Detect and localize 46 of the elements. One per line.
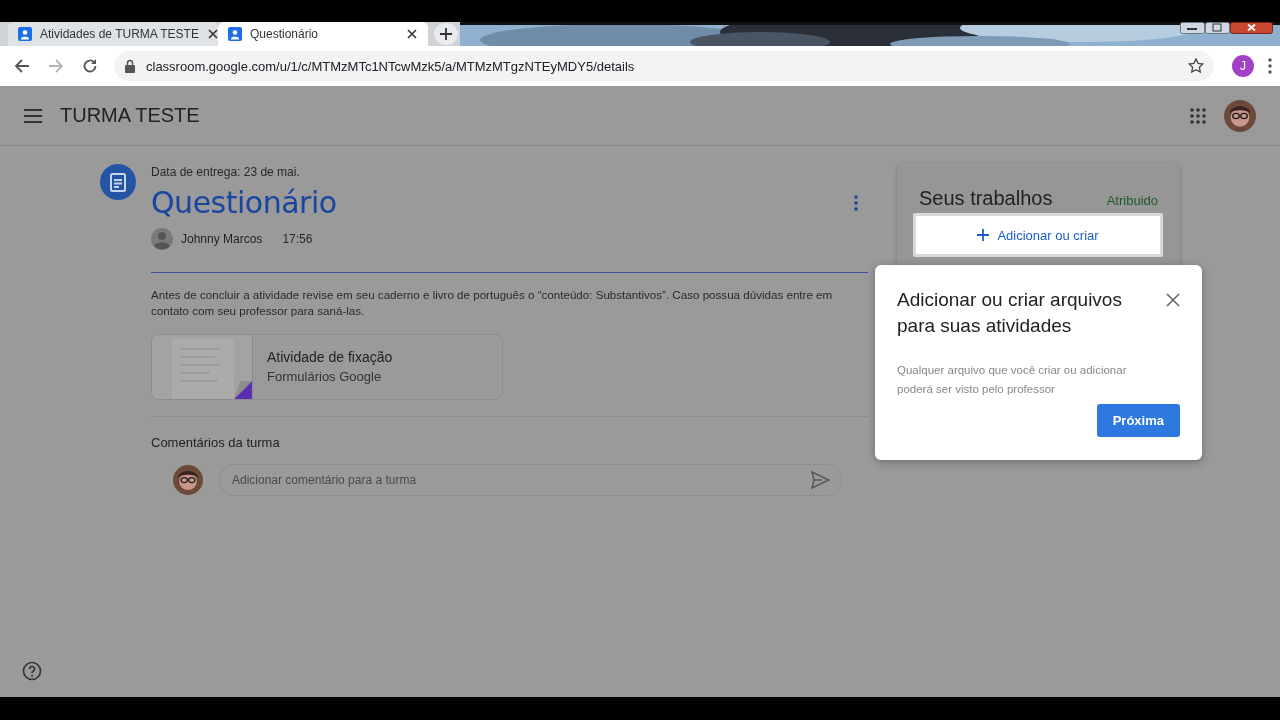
class-title[interactable]: TURMA TESTE bbox=[60, 104, 1172, 127]
person-avatar bbox=[151, 228, 173, 250]
tab-title: Atividades de TURMA TESTE bbox=[40, 27, 199, 41]
dialog-text: Qualquer arquivo que você criar ou adicionar poderá ser visto pelo professor bbox=[897, 363, 1128, 397]
close-icon[interactable] bbox=[1166, 293, 1180, 307]
due-date: Data de entrega: 23 de mai. bbox=[151, 165, 301, 179]
add-or-create-button[interactable]: Adicionar ou criar bbox=[913, 213, 1163, 257]
assignment-title: Questionário bbox=[151, 185, 337, 220]
author-name: Johnny Marcos bbox=[181, 232, 263, 246]
browser-tab[interactable]: Questionário bbox=[218, 22, 428, 46]
comment-field[interactable]: Adicionar comentário para a turma bbox=[219, 464, 842, 496]
plus-icon bbox=[977, 229, 990, 241]
close-icon[interactable] bbox=[1230, 22, 1273, 34]
reload-icon[interactable] bbox=[82, 58, 98, 74]
assignment-description: Antes de concluir a atividade revise em seu caderno e livro de português o “conteúdo: Substantivos”. Caso possua dúvidas entre em contato com seu professor para saná-las. bbox=[151, 287, 834, 319]
lock-icon bbox=[124, 59, 136, 73]
comments-heading: Comentários da turma bbox=[151, 435, 281, 450]
assignment-icon bbox=[100, 164, 136, 200]
status-label: Atribuido bbox=[1106, 193, 1158, 208]
maximize-icon[interactable] bbox=[1205, 22, 1230, 34]
dialog-title: Adicionar ou criar arquivos para suas atividades bbox=[897, 288, 1123, 338]
more-menu-icon[interactable] bbox=[1268, 58, 1272, 74]
apps-grid-icon[interactable] bbox=[1190, 107, 1206, 124]
close-icon[interactable] bbox=[206, 28, 219, 40]
card-title: Seus trabalhos bbox=[919, 187, 1053, 210]
post-time: 17:56 bbox=[282, 232, 313, 246]
profile-avatar[interactable]: J bbox=[1232, 55, 1254, 77]
new-tab-icon[interactable] bbox=[440, 28, 452, 40]
help-icon[interactable] bbox=[22, 661, 42, 681]
next-button[interactable]: Próxima bbox=[1096, 404, 1180, 437]
classroom-icon bbox=[228, 27, 242, 41]
star-icon[interactable] bbox=[1188, 58, 1204, 74]
menu-icon[interactable] bbox=[24, 108, 42, 123]
back-arrow-icon[interactable] bbox=[14, 58, 30, 74]
send-icon[interactable] bbox=[811, 471, 830, 489]
browser-tab[interactable]: Atividades de TURMA TESTE bbox=[8, 22, 218, 46]
more-options-icon[interactable] bbox=[854, 194, 858, 211]
close-icon[interactable] bbox=[406, 28, 418, 40]
user-avatar bbox=[173, 465, 203, 495]
minimize-icon[interactable] bbox=[1180, 22, 1205, 34]
attachment-type: Formulários Google bbox=[267, 369, 383, 384]
attachment-card[interactable]: Atividade de fixação Formulários Google bbox=[151, 334, 503, 400]
attachment-title: Atividade de fixação bbox=[267, 349, 393, 365]
tab-title: Questionário bbox=[250, 27, 320, 41]
account-avatar[interactable] bbox=[1224, 99, 1256, 132]
classroom-icon bbox=[18, 27, 32, 41]
